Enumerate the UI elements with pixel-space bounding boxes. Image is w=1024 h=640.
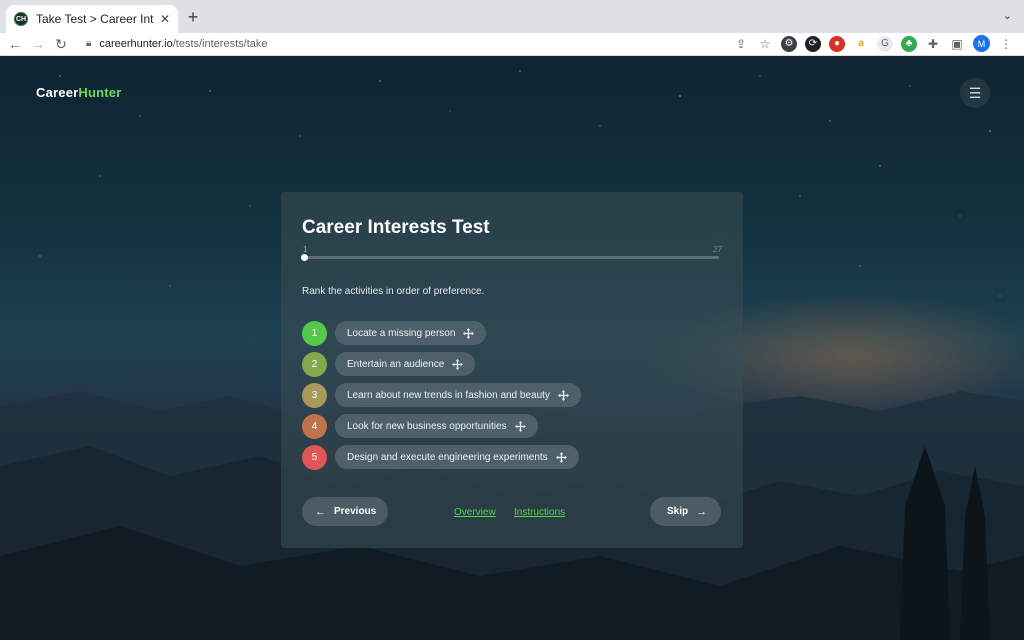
ranking-item[interactable]: 1 Locate a missing person [302,320,487,346]
address-bar[interactable]: 🔒︎ careerhunter.io/tests/interests/take [78,33,798,54]
hamburger-menu-icon[interactable]: ☰ [960,78,990,108]
side-panel-icon[interactable]: ▣ [949,36,965,52]
arrow-left-icon: ← [315,505,326,518]
drag-move-icon[interactable] [557,389,569,401]
logo-text-part2: Hunter [78,85,122,100]
browser-tab-bar: CH Take Test > Career Interests ✕ + ⌄ [0,0,1024,33]
browser-tab[interactable]: CH Take Test > Career Interests ✕ [6,5,178,33]
progress-marker [301,254,308,261]
previous-button[interactable]: ← Previous [302,497,388,526]
ranking-item[interactable]: 3 Learn about new trends in fashion and … [302,382,581,408]
activity-pill[interactable]: Learn about new trends in fashion and be… [335,383,581,407]
amazon-extension-icon[interactable]: a [853,35,869,52]
instruction-text: Rank the activities in order of preferen… [302,286,485,297]
extension-red-icon[interactable]: ● [829,35,845,52]
rank-number-badge: 3 [302,382,327,408]
page-background: CareerHunter ☰ Career Interests Test 1 2… [0,56,1024,640]
url-path: /tests/interests/take [172,37,268,50]
ranking-item[interactable]: 4 Look for new business opportunities [302,413,538,439]
extension-green-icon[interactable]: ♣ [901,35,917,52]
url-text: careerhunter.io/tests/interests/take [99,38,267,50]
logo-text-part1: Career [36,85,79,100]
progress-bar [303,256,719,259]
activity-pill[interactable]: Look for new business opportunities [335,414,538,438]
tab-title: Take Test > Career Interests [36,12,154,26]
ranking-item[interactable]: 5 Design and execute engineering experim… [302,444,579,470]
drag-move-icon[interactable] [463,327,475,339]
rank-number-badge: 5 [302,444,327,470]
test-card: Career Interests Test 1 27 Rank the acti… [281,192,743,548]
url-domain: careerhunter.io [99,37,173,50]
activity-label: Entertain an audience [347,358,445,370]
progress-total: 27 [713,245,722,254]
extension-sync-icon[interactable]: ⟳ [805,35,821,52]
skip-label: Skip [667,506,689,517]
rank-number-badge: 1 [302,320,327,346]
share-icon[interactable]: ⇪ [733,36,749,52]
site-favicon-icon: CH [14,12,28,26]
lock-icon: 🔒︎ [86,38,92,49]
tab-close-icon[interactable]: ✕ [160,12,170,26]
overview-link[interactable]: Overview [454,507,496,518]
skip-button[interactable]: Skip → [650,497,721,526]
activity-pill[interactable]: Locate a missing person [335,321,487,345]
drag-move-icon[interactable] [452,358,464,370]
extensions-puzzle-icon[interactable]: ✚ [925,36,941,52]
activity-label: Locate a missing person [347,327,456,339]
extension-gear-icon[interactable]: ⚙ [781,35,797,52]
drag-move-icon[interactable] [555,451,567,463]
back-icon[interactable]: ← [6,35,24,53]
new-tab-icon[interactable]: + [184,8,202,26]
profile-avatar[interactable]: M [973,35,990,52]
activity-label: Look for new business opportunities [347,420,507,432]
rank-number-badge: 2 [302,351,327,377]
bookmark-star-icon[interactable]: ☆ [757,36,773,52]
activity-label: Learn about new trends in fashion and be… [347,389,550,401]
arrow-right-icon: → [696,505,708,518]
progress-current: 1 [303,245,308,254]
reload-icon[interactable]: ↻ [52,35,70,53]
test-title: Career Interests Test [302,217,490,238]
activity-pill[interactable]: Design and execute engineering experimen… [335,445,579,469]
forward-icon[interactable]: → [29,35,47,53]
activity-label: Design and execute engineering experimen… [347,451,548,463]
ranking-item[interactable]: 2 Entertain an audience [302,351,476,377]
rank-number-badge: 4 [302,413,327,439]
extension-g-icon[interactable]: G [877,35,893,52]
toolbar-icons: ⇪ ☆ ⚙ ⟳ ● a G ♣ ✚ ▣ M ⋮ [733,35,1014,52]
previous-label: Previous [334,506,377,517]
drag-move-icon[interactable] [514,420,526,432]
site-logo[interactable]: CareerHunter [36,85,122,100]
activity-pill[interactable]: Entertain an audience [335,352,476,376]
tab-search-chevron-icon[interactable]: ⌄ [1003,9,1012,22]
browser-toolbar: ← → ↻ 🔒︎ careerhunter.io/tests/interests… [0,33,1024,56]
instructions-link[interactable]: Instructions [514,507,565,518]
browser-menu-icon[interactable]: ⋮ [998,36,1014,52]
